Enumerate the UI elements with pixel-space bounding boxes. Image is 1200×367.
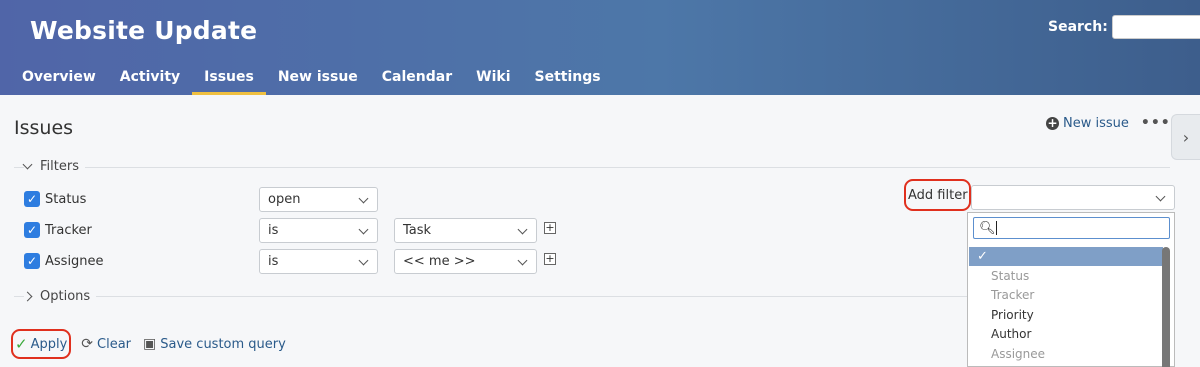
filter-row-tracker: ✓ Tracker bbox=[24, 222, 92, 238]
dropdown-scrollbar[interactable] bbox=[1162, 247, 1170, 367]
chevron-down-icon bbox=[517, 224, 528, 235]
options-legend-label: Options bbox=[40, 289, 91, 304]
new-issue-link[interactable]: New issue bbox=[1063, 116, 1129, 131]
dropdown-item-tracker: Tracker bbox=[991, 288, 1035, 302]
dropdown-item-assignee: Assignee bbox=[991, 347, 1046, 361]
filter-label-assignee: Assignee bbox=[45, 253, 104, 269]
assignee-operator-select[interactable]: is bbox=[259, 249, 378, 274]
chevron-down-icon bbox=[22, 159, 33, 170]
assignee-value: << me >> bbox=[403, 254, 476, 269]
status-operator-select[interactable]: open bbox=[259, 187, 378, 212]
filters-legend-label: Filters bbox=[40, 159, 79, 174]
tracker-checkbox[interactable]: ✓ bbox=[24, 222, 40, 238]
save-icon: ▣ bbox=[143, 336, 157, 352]
add-filter-dropdown: 🔍︎ ✓ Status Tracker Priority Author Assi… bbox=[967, 212, 1175, 367]
dropdown-item-empty[interactable]: ✓ bbox=[969, 247, 1163, 266]
chevron-down-icon bbox=[358, 255, 369, 266]
tab-new-issue[interactable]: New issue bbox=[266, 67, 370, 95]
tracker-operator-value: is bbox=[268, 223, 279, 238]
filter-row-assignee: ✓ Assignee bbox=[24, 253, 104, 269]
query-actions: ✓ Apply ⟳ Clear ▣ Save custom query bbox=[15, 335, 286, 353]
chevron-right-icon bbox=[22, 291, 33, 302]
text-cursor bbox=[996, 221, 997, 235]
chevron-down-icon bbox=[358, 193, 369, 204]
add-filter-select[interactable] bbox=[971, 185, 1175, 210]
status-checkbox[interactable]: ✓ bbox=[24, 191, 40, 207]
filters-legend[interactable]: Filters bbox=[22, 159, 85, 174]
assignee-operator-value: is bbox=[268, 254, 279, 269]
options-divider bbox=[14, 296, 968, 297]
project-title[interactable]: Website Update bbox=[30, 16, 257, 45]
tab-activity[interactable]: Activity bbox=[108, 67, 192, 95]
save-query-button[interactable]: ▣ Save custom query bbox=[143, 336, 286, 352]
header: Website Update Search: Overview Activity… bbox=[0, 0, 1200, 95]
assignee-value-select[interactable]: << me >> bbox=[394, 249, 537, 274]
more-icon[interactable]: ••• bbox=[1141, 115, 1171, 131]
tab-wiki[interactable]: Wiki bbox=[464, 67, 522, 95]
sidebar-toggle-button[interactable]: › bbox=[1171, 114, 1200, 160]
tab-settings[interactable]: Settings bbox=[523, 67, 613, 95]
clear-label: Clear bbox=[97, 336, 132, 352]
add-circle-icon[interactable]: + bbox=[1046, 116, 1059, 130]
assignee-checkbox[interactable]: ✓ bbox=[24, 253, 40, 269]
search-icon: 🔍︎ bbox=[979, 221, 996, 236]
reload-icon: ⟳ bbox=[81, 336, 94, 352]
clear-button[interactable]: ⟳ Clear bbox=[81, 336, 131, 352]
options-legend[interactable]: Options bbox=[22, 289, 97, 304]
dropdown-item-status: Status bbox=[991, 269, 1030, 283]
add-filter-highlight bbox=[904, 179, 971, 211]
toggle-multiselect-icon[interactable]: + bbox=[544, 253, 556, 265]
search-label: Search: bbox=[1048, 19, 1108, 35]
dropdown-item-author[interactable]: Author bbox=[969, 325, 1163, 344]
tab-calendar[interactable]: Calendar bbox=[370, 67, 464, 95]
filter-row-status: ✓ Status bbox=[24, 191, 86, 207]
search-input[interactable] bbox=[1111, 15, 1200, 39]
dropdown-search-input[interactable]: 🔍︎ bbox=[973, 217, 1170, 239]
tab-overview[interactable]: Overview bbox=[10, 67, 108, 95]
filter-label-status: Status bbox=[45, 191, 87, 207]
toggle-multiselect-icon[interactable]: + bbox=[544, 222, 556, 234]
apply-label: Apply bbox=[30, 336, 68, 352]
chevron-down-icon bbox=[358, 224, 369, 235]
chevron-down-icon bbox=[1155, 191, 1166, 202]
tracker-value: Task bbox=[403, 223, 432, 238]
dropdown-item-priority[interactable]: Priority bbox=[969, 306, 1163, 325]
apply-button[interactable]: ✓ Apply bbox=[15, 335, 67, 353]
tab-issues[interactable]: Issues bbox=[192, 67, 266, 95]
context-menu: + New issue ••• bbox=[1046, 115, 1171, 131]
filter-label-tracker: Tracker bbox=[45, 222, 92, 238]
status-operator-value: open bbox=[268, 192, 301, 207]
chevron-down-icon bbox=[517, 255, 528, 266]
filters-divider bbox=[14, 167, 1170, 168]
tracker-operator-select[interactable]: is bbox=[259, 218, 378, 243]
check-icon: ✓ bbox=[15, 335, 28, 353]
chevron-right-icon: › bbox=[1182, 127, 1190, 147]
save-query-label: Save custom query bbox=[160, 336, 286, 352]
search: Search: bbox=[1048, 15, 1200, 39]
main-menu: Overview Activity Issues New issue Calen… bbox=[10, 67, 613, 95]
tracker-value-select[interactable]: Task bbox=[394, 218, 537, 243]
page-title: Issues bbox=[14, 117, 74, 139]
